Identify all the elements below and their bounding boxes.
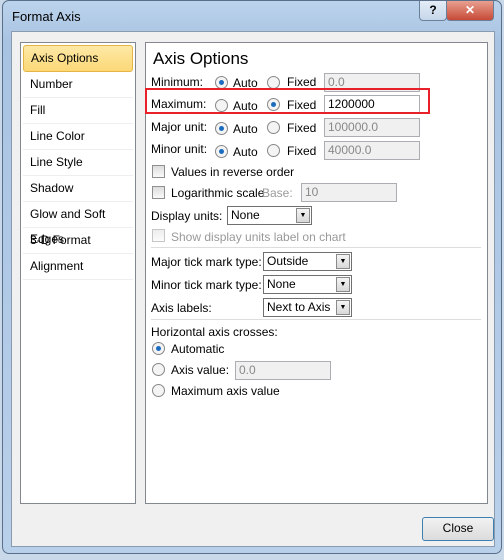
display-units-value: None (231, 208, 260, 222)
max-axis-value-label: Maximum axis value (171, 384, 280, 398)
chevron-down-icon: ▼ (336, 254, 350, 269)
base-input[interactable]: 10 (301, 183, 397, 202)
minimum-label: Minimum: (151, 75, 204, 89)
automatic-radio[interactable] (152, 342, 165, 355)
axis-value-label: Axis value: (171, 363, 230, 377)
format-axis-dialog: Format Axis ? ✕ Axis Options Number Fill… (2, 0, 502, 554)
major-tick-label: Major tick mark type: (151, 255, 262, 269)
nav-axis-options[interactable]: Axis Options (23, 45, 133, 72)
minimum-fixed-label: Fixed (287, 75, 317, 89)
nav-alignment[interactable]: Alignment (23, 254, 133, 280)
category-list: Axis Options Number Fill Line Color Line… (20, 42, 136, 504)
display-units-select[interactable]: None ▼ (227, 206, 312, 225)
dialog-title: Format Axis (12, 9, 81, 24)
log-scale-label: Logarithmic scale (171, 186, 265, 200)
minor-unit-input[interactable]: 40000.0 (324, 141, 420, 160)
major-tick-value: Outside (267, 254, 309, 268)
axis-labels-value: Next to Axis (267, 300, 331, 314)
minor-unit-fixed-label: Fixed (287, 144, 317, 158)
show-units-checkbox[interactable] (152, 229, 165, 242)
reverse-order-label: Values in reverse order (171, 165, 295, 179)
axis-crosses-label: Horizontal axis crosses: (151, 325, 278, 339)
axis-labels-label: Axis labels: (151, 301, 212, 315)
max-axis-value-radio[interactable] (152, 384, 165, 397)
minor-unit-fixed-radio[interactable] (267, 144, 280, 157)
chevron-down-icon: ▼ (336, 300, 350, 315)
automatic-label: Automatic (171, 342, 225, 356)
chevron-down-icon: ▼ (336, 277, 350, 292)
minor-unit-auto-radio[interactable] (215, 145, 228, 158)
major-unit-fixed-label: Fixed (287, 121, 317, 135)
major-unit-auto-label: Auto (233, 122, 258, 136)
axis-value-radio[interactable] (152, 363, 165, 376)
panel-heading: Axis Options (153, 49, 249, 68)
close-button[interactable]: Close (422, 517, 494, 541)
chevron-down-icon: ▼ (296, 208, 310, 223)
reverse-order-checkbox[interactable] (152, 165, 165, 178)
major-unit-auto-radio[interactable] (215, 122, 228, 135)
divider (151, 247, 481, 248)
nav-number[interactable]: Number (23, 72, 133, 98)
nav-fill[interactable]: Fill (23, 98, 133, 124)
nav-3d-format[interactable]: 3-D Format (23, 228, 133, 254)
base-label: Base: (262, 186, 293, 200)
log-scale-checkbox[interactable] (152, 186, 165, 199)
minor-unit-label: Minor unit: (151, 142, 208, 156)
maximum-highlight-box (145, 88, 430, 114)
nav-shadow[interactable]: Shadow (23, 176, 133, 202)
axis-labels-select[interactable]: Next to Axis ▼ (263, 298, 352, 317)
axis-value-input[interactable]: 0.0 (235, 361, 331, 380)
divider (151, 319, 481, 320)
minor-unit-auto-label: Auto (233, 145, 258, 159)
nav-line-style[interactable]: Line Style (23, 150, 133, 176)
major-unit-input[interactable]: 100000.0 (324, 118, 420, 137)
major-unit-label: Major unit: (151, 120, 208, 134)
major-unit-fixed-radio[interactable] (267, 121, 280, 134)
close-window-button[interactable]: ✕ (446, 1, 494, 21)
show-units-label: Show display units label on chart (171, 230, 346, 244)
nav-line-color[interactable]: Line Color (23, 124, 133, 150)
nav-glow[interactable]: Glow and Soft Edges (23, 202, 133, 246)
help-button[interactable]: ? (419, 1, 447, 21)
display-units-label: Display units: (151, 209, 223, 223)
minor-tick-label: Minor tick mark type: (151, 278, 262, 292)
minor-tick-select[interactable]: None ▼ (263, 275, 352, 294)
minor-tick-value: None (267, 277, 296, 291)
major-tick-select[interactable]: Outside ▼ (263, 252, 352, 271)
